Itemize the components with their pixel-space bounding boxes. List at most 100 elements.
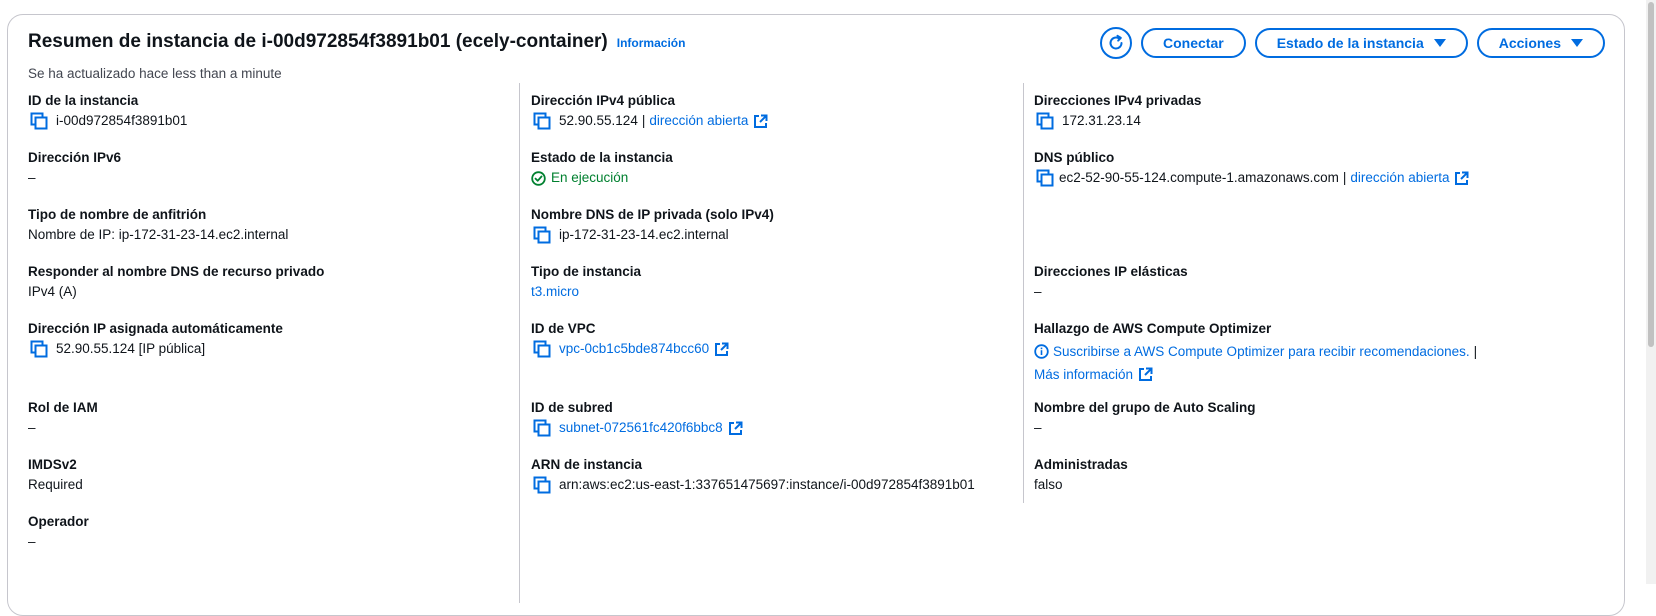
iam-role-value: –	[28, 420, 36, 435]
public-ipv4-value: 52.90.55.124	[559, 113, 638, 128]
copy-icon[interactable]	[533, 340, 551, 358]
instance-state-dropdown[interactable]: Estado de la instancia	[1254, 28, 1468, 58]
field-label: ID de subred	[531, 400, 613, 415]
field-label: Direcciones IP elásticas	[1034, 264, 1188, 279]
status-badge: En ejecución	[531, 169, 628, 187]
last-updated-text: Se ha actualizado hace less than a minut…	[28, 66, 282, 81]
instance-state-label: Estado de la instancia	[1276, 35, 1424, 51]
elastic-ip-value: –	[1034, 284, 1042, 299]
field-managed: Administradas falso	[1034, 456, 1128, 494]
external-link-icon[interactable]	[1138, 367, 1153, 382]
more-info-link[interactable]: Más información	[1034, 363, 1133, 386]
instance-id-value: i-00d972854f3891b01	[56, 113, 188, 128]
external-link-icon[interactable]	[728, 421, 743, 436]
private-ipv4-value: 172.31.23.14	[1062, 113, 1141, 128]
field-dns-resource: Responder al nombre DNS de recurso priva…	[28, 263, 324, 301]
info-link[interactable]: Información	[617, 36, 686, 50]
field-label: ID de VPC	[531, 321, 596, 336]
public-dns-value: ec2-52-90-55-124.compute-1.amazonaws.com	[1059, 170, 1339, 185]
field-label: Tipo de instancia	[531, 264, 642, 279]
arn-value: arn:aws:ec2:us-east-1:337651475697:insta…	[559, 477, 975, 492]
actions-label: Acciones	[1498, 35, 1561, 51]
field-public-dns: DNS público ec2-52-90-55-124.compute-1.a…	[1034, 149, 1469, 187]
instance-state-value: En ejecución	[551, 170, 629, 185]
action-bar: Conectar Estado de la instancia Acciones	[1100, 27, 1605, 59]
copy-icon[interactable]	[533, 226, 551, 244]
separator: |	[641, 113, 646, 128]
refresh-button[interactable]	[1100, 27, 1132, 59]
field-iam-role: Rol de IAM –	[28, 399, 98, 437]
external-link-icon[interactable]	[714, 342, 729, 357]
scrollbar-thumb[interactable]	[1648, 2, 1654, 347]
open-address-link[interactable]: dirección abierta	[1350, 169, 1449, 187]
field-compute-optimizer: Hallazgo de AWS Compute Optimizer Suscri…	[1034, 320, 1504, 386]
caret-down-icon	[1433, 39, 1446, 47]
vpc-id-link[interactable]: vpc-0cb1c5bde874bcc60	[559, 340, 709, 358]
field-public-ipv4: Dirección IPv4 pública 52.90.55.124 | di…	[531, 92, 768, 130]
field-label: Responder al nombre DNS de recurso priva…	[28, 264, 325, 279]
field-elastic-ip: Direcciones IP elásticas –	[1034, 263, 1188, 301]
field-label: Tipo de nombre de anfitrión	[28, 207, 207, 222]
instance-summary-panel: Resumen de instancia de i-00d972854f3891…	[7, 14, 1625, 616]
managed-value: falso	[1034, 477, 1063, 492]
field-label: DNS público	[1034, 150, 1115, 165]
header: Resumen de instancia de i-00d972854f3891…	[28, 31, 685, 53]
copy-icon[interactable]	[30, 112, 48, 130]
field-label: IMDSv2	[28, 457, 77, 472]
field-label: Nombre DNS de IP privada (solo IPv4)	[531, 207, 774, 222]
field-label: Hallazgo de AWS Compute Optimizer	[1034, 321, 1272, 336]
open-address-link[interactable]: dirección abierta	[649, 112, 748, 130]
field-label: Estado de la instancia	[531, 150, 673, 165]
hostname-type-value: Nombre de IP: ip-172-31-23-14.ec2.intern…	[28, 227, 289, 242]
asg-name-value: –	[1034, 420, 1042, 435]
column-divider	[1023, 83, 1024, 503]
copy-icon[interactable]	[533, 419, 551, 437]
operator-value: –	[28, 534, 36, 549]
field-label: ID de la instancia	[28, 93, 139, 108]
field-ipv6: Dirección IPv6 –	[28, 149, 121, 187]
field-label: Dirección IPv6	[28, 150, 122, 165]
field-label: Direcciones IPv4 privadas	[1034, 93, 1202, 108]
actions-dropdown[interactable]: Acciones	[1476, 28, 1605, 58]
external-link-icon[interactable]	[1454, 171, 1469, 186]
separator: |	[1473, 344, 1478, 359]
subnet-id-link[interactable]: subnet-072561fc420f6bbc8	[559, 419, 723, 437]
field-subnet-id: ID de subred subnet-072561fc420f6bbc8	[531, 399, 743, 437]
copy-icon[interactable]	[1036, 169, 1054, 187]
instance-type-link[interactable]: t3.micro	[531, 283, 579, 301]
optimizer-subscribe-link[interactable]: Suscribirse a AWS Compute Optimizer para…	[1053, 340, 1470, 363]
ipv6-value: –	[28, 170, 36, 185]
check-circle-icon	[531, 170, 546, 186]
external-link-icon[interactable]	[753, 114, 768, 129]
field-private-dns: Nombre DNS de IP privada (solo IPv4) ip-…	[531, 206, 774, 244]
field-imdsv2: IMDSv2 Required	[28, 456, 83, 494]
field-label: Operador	[28, 514, 89, 529]
caret-down-icon	[1571, 39, 1583, 47]
connect-button[interactable]: Conectar	[1141, 28, 1246, 58]
field-label: Dirección IP asignada automáticamente	[28, 321, 283, 336]
imdsv2-value: Required	[28, 477, 83, 492]
field-label: Nombre del grupo de Auto Scaling	[1034, 400, 1256, 415]
private-dns-value: ip-172-31-23-14.ec2.internal	[559, 227, 729, 242]
field-hostname-type: Tipo de nombre de anfitrión Nombre de IP…	[28, 206, 288, 244]
field-instance-state: Estado de la instancia En ejecución	[531, 149, 673, 187]
dns-resource-value: IPv4 (A)	[28, 284, 77, 299]
field-asg-name: Nombre del grupo de Auto Scaling –	[1034, 399, 1256, 437]
copy-icon[interactable]	[533, 476, 551, 494]
auto-ip-value: 52.90.55.124 [IP pública]	[56, 341, 206, 356]
refresh-icon	[1109, 34, 1123, 50]
field-vpc-id: ID de VPC vpc-0cb1c5bde874bcc60	[531, 320, 729, 358]
field-private-ipv4: Direcciones IPv4 privadas 172.31.23.14	[1034, 92, 1201, 130]
column-divider	[519, 83, 520, 603]
copy-icon[interactable]	[30, 340, 48, 358]
field-instance-type: Tipo de instancia t3.micro	[531, 263, 641, 301]
separator: |	[1342, 170, 1347, 185]
copy-icon[interactable]	[1036, 112, 1054, 130]
page-title: Resumen de instancia de i-00d972854f3891…	[28, 31, 608, 52]
field-arn: ARN de instancia arn:aws:ec2:us-east-1:3…	[531, 456, 975, 494]
field-operator: Operador –	[28, 513, 89, 551]
copy-icon[interactable]	[533, 112, 551, 130]
field-instance-id: ID de la instancia i-00d972854f3891b01	[28, 92, 187, 130]
page-scrollbar[interactable]	[1646, 0, 1656, 584]
field-label: ARN de instancia	[531, 457, 643, 472]
